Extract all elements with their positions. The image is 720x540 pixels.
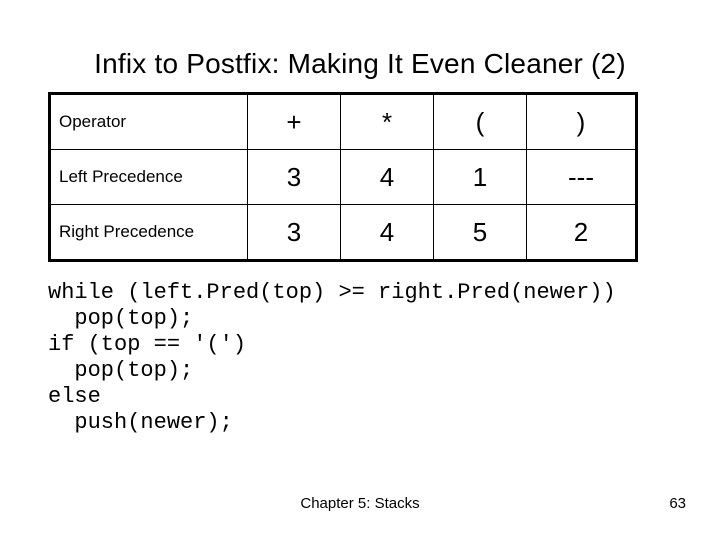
row-header-right-precedence: Right Precedence [50, 205, 248, 261]
pseudocode-block: while (left.Pred(top) >= right.Pred(newe… [48, 280, 616, 436]
cell: 3 [248, 150, 341, 205]
table-row: Left Precedence 3 4 1 --- [50, 150, 637, 205]
slide: Infix to Postfix: Making It Even Cleaner… [0, 0, 720, 540]
row-header-left-precedence: Left Precedence [50, 150, 248, 205]
cell: 3 [248, 205, 341, 261]
cell: --- [527, 150, 637, 205]
footer-page-number: 63 [669, 495, 686, 512]
cell: 5 [434, 205, 527, 261]
page-title: Infix to Postfix: Making It Even Cleaner… [0, 48, 720, 80]
cell: ) [527, 94, 637, 150]
precedence-table: Operator + * ( ) Left Precedence 3 4 1 -… [48, 92, 638, 262]
cell: + [248, 94, 341, 150]
cell: ( [434, 94, 527, 150]
table-row: Right Precedence 3 4 5 2 [50, 205, 637, 261]
cell: 4 [341, 205, 434, 261]
cell: 4 [341, 150, 434, 205]
table-row: Operator + * ( ) [50, 94, 637, 150]
cell: 1 [434, 150, 527, 205]
row-header-operator: Operator [50, 94, 248, 150]
cell: 2 [527, 205, 637, 261]
cell: * [341, 94, 434, 150]
footer-chapter: Chapter 5: Stacks [0, 495, 720, 512]
